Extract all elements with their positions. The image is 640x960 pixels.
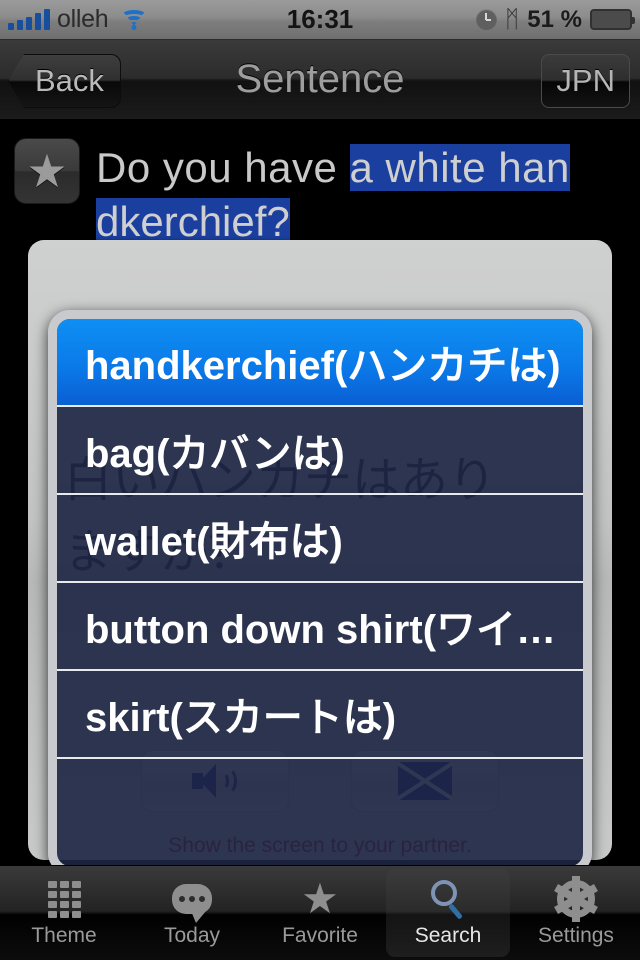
tab-theme[interactable]: Theme [2, 869, 126, 957]
tab-bar: Theme Today ★ Favorite Search Settings [0, 865, 640, 960]
tab-favorite[interactable]: ★ Favorite [258, 869, 382, 957]
signal-bars-icon [8, 8, 50, 30]
tab-icon-wrap [429, 878, 467, 920]
tab-icon-wrap [172, 878, 212, 923]
word-choice-item[interactable]: handkerchief(ハンカチは) [57, 319, 583, 407]
english-sentence-selection: a white han [349, 144, 570, 191]
english-sentence-line-1[interactable]: Do you have a white han [96, 144, 636, 192]
tab-search[interactable]: Search [386, 869, 510, 957]
favorite-button[interactable]: ★ [14, 138, 80, 204]
tab-icon-wrap [47, 878, 81, 920]
star-icon: ★ [301, 875, 339, 922]
tab-label: Settings [538, 924, 614, 947]
page-title: Sentence [235, 57, 405, 101]
status-bar-right: ᛗ 51 % [353, 6, 640, 34]
bluetooth-icon: ᛗ [504, 5, 520, 33]
tab-today[interactable]: Today [130, 869, 254, 957]
word-choice-list: handkerchief(ハンカチは) bag(カバンは) wallet(財布は) b… [57, 319, 583, 866]
tab-label: Search [414, 924, 482, 947]
alarm-clock-icon [475, 9, 497, 30]
language-toggle-button[interactable]: JPN [541, 54, 630, 108]
word-choice-item[interactable]: button down shirt(ワイ… [57, 583, 583, 671]
english-sentence-line-2[interactable]: dkerchief? [96, 198, 290, 246]
status-bar-clock: 16:31 [286, 4, 354, 34]
english-sentence-plain: Do you have [96, 144, 350, 191]
battery-icon [590, 9, 635, 30]
back-button[interactable]: Back [8, 54, 121, 108]
battery-percent-label: 51 % [527, 5, 582, 33]
english-sentence-selection-2: dkerchief? [96, 198, 290, 245]
tab-label: Theme [31, 924, 97, 947]
status-bar: olleh 16:31 ᛗ 51 % [0, 0, 640, 40]
navigation-bar: Back Sentence JPN [0, 40, 640, 120]
carrier-label: olleh [57, 5, 109, 33]
wifi-icon [119, 9, 149, 31]
tab-settings[interactable]: Settings [514, 869, 638, 957]
tab-icon-wrap [554, 876, 598, 922]
word-choice-item[interactable]: bag(カバンは) [57, 407, 583, 495]
tab-icon-wrap: ★ [301, 878, 339, 920]
tab-label: Today [163, 924, 221, 947]
word-choice-item[interactable]: skirt(スカートは) [57, 671, 583, 759]
word-choice-popup: handkerchief(ハンカチは) bag(カバンは) wallet(財布は) b… [48, 310, 592, 875]
search-icon [429, 880, 467, 920]
star-icon: ★ [26, 145, 68, 197]
app-screen: olleh 16:31 ᛗ 51 % Back Sentence JPN ★ D… [0, 0, 640, 960]
grid-icon [47, 880, 81, 918]
gear-icon [554, 876, 598, 922]
chat-bubble-icon [172, 884, 212, 923]
sentence-content: ★ Do you have a white han dkerchief? 白いハ… [0, 120, 640, 875]
status-bar-left: olleh [0, 5, 287, 34]
word-choice-item[interactable]: wallet(財布は) [57, 495, 583, 583]
tab-label: Favorite [282, 924, 358, 947]
